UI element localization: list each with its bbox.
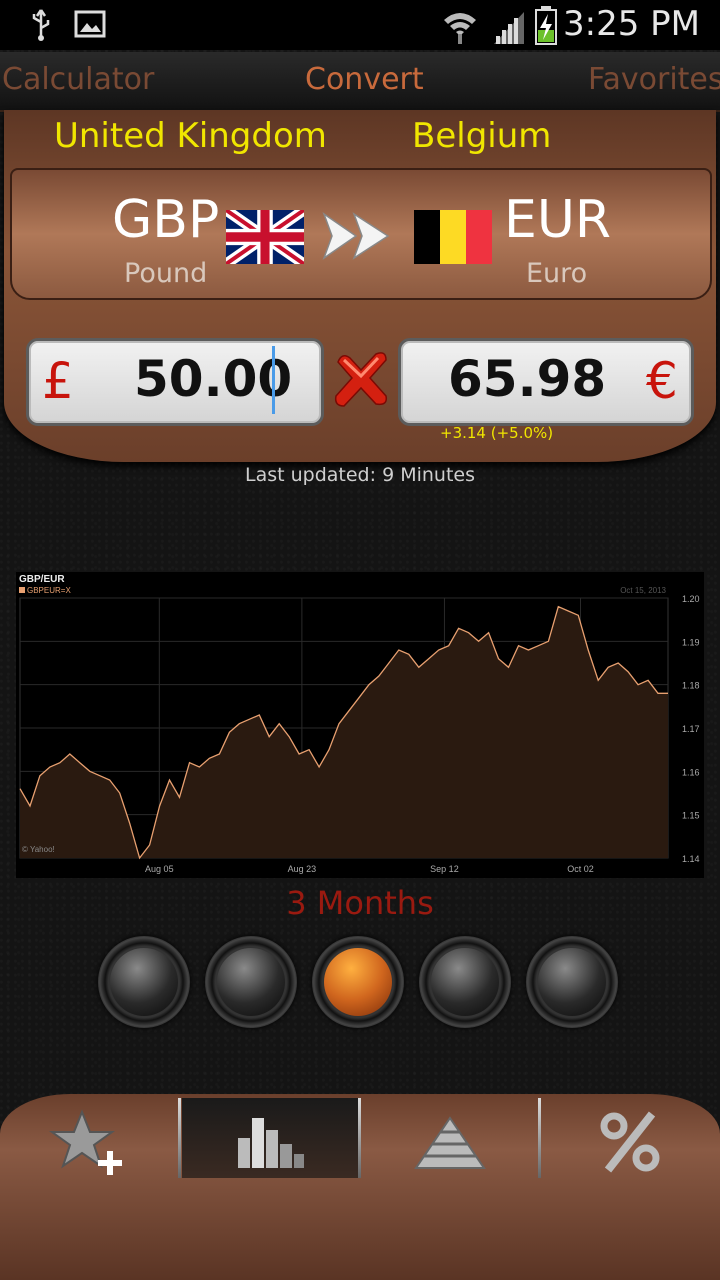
chart-legend-swatch bbox=[19, 587, 25, 593]
bottom-tab-add-favorite[interactable] bbox=[2, 1098, 178, 1178]
pyramid-icon bbox=[414, 1116, 486, 1169]
image-icon bbox=[74, 10, 106, 38]
status-time: 3:25 PM bbox=[563, 4, 700, 44]
chart-y-tick-label: 1.15 bbox=[682, 811, 700, 821]
rate-chart[interactable]: 1.20 1.19 1.18 1.17 1.16 1.15 1.14 Aug 05 Aug 23… bbox=[16, 572, 704, 878]
chart-credit: © Yahoo! bbox=[22, 845, 55, 854]
chart-x-tick-label: Oct 02 bbox=[567, 864, 594, 874]
signal-icon bbox=[494, 12, 524, 44]
chart-y-tick-label: 1.17 bbox=[682, 724, 700, 734]
belgium-flag-icon[interactable] bbox=[414, 210, 492, 264]
to-currency-code[interactable]: EUR bbox=[504, 190, 611, 250]
bottom-tab-percent[interactable] bbox=[542, 1098, 718, 1178]
chart-title: GBP/EUR bbox=[19, 574, 65, 585]
from-country[interactable]: United Kingdom bbox=[54, 116, 327, 156]
period-button-knob bbox=[538, 948, 606, 1016]
period-button-2[interactable] bbox=[205, 936, 297, 1028]
chart-date: Oct 15, 2013 bbox=[620, 586, 666, 595]
tab-convert[interactable]: Convert bbox=[305, 62, 424, 97]
period-button-4[interactable] bbox=[419, 936, 511, 1028]
bottom-tab-chart[interactable] bbox=[182, 1098, 358, 1178]
to-country[interactable]: Belgium bbox=[412, 116, 551, 156]
percent-icon bbox=[600, 1111, 660, 1173]
from-currency-code[interactable]: GBP bbox=[112, 190, 219, 250]
pound-symbol: £ bbox=[42, 352, 74, 410]
tab-separator bbox=[178, 1098, 181, 1178]
chart-y-tick-label: 1.16 bbox=[682, 767, 700, 777]
usb-icon bbox=[32, 9, 50, 41]
last-updated: Last updated: 9 Minutes bbox=[245, 464, 475, 486]
period-button-5[interactable] bbox=[526, 936, 618, 1028]
euro-symbol: € bbox=[646, 352, 678, 410]
chart-x-tick-label: Sep 12 bbox=[430, 864, 459, 874]
from-currency-name: Pound bbox=[124, 258, 208, 289]
period-button-1[interactable] bbox=[98, 936, 190, 1028]
period-button-3[interactable] bbox=[312, 936, 404, 1028]
top-tab-bar: Calculator Convert Favorites bbox=[0, 52, 720, 112]
period-button-knob bbox=[324, 948, 392, 1016]
chart-y-tick-label: 1.14 bbox=[682, 854, 700, 864]
period-button-knob bbox=[110, 948, 178, 1016]
to-currency-name: Euro bbox=[526, 258, 588, 289]
chart-y-tick-label: 1.18 bbox=[682, 681, 700, 691]
tab-separator bbox=[358, 1098, 361, 1178]
status-bar: 3:25 PM bbox=[0, 0, 720, 50]
text-cursor bbox=[272, 346, 275, 414]
add-favorite-icon bbox=[48, 1109, 122, 1175]
chart-x-tick-label: Aug 23 bbox=[288, 864, 317, 874]
tab-calculator[interactable]: Calculator bbox=[2, 62, 154, 97]
chart-y-tick-label: 1.19 bbox=[682, 637, 700, 647]
period-label: 3 Months bbox=[286, 884, 434, 922]
rate-chart-svg: 1.20 1.19 1.18 1.17 1.16 1.15 1.14 Aug 05 Aug 23… bbox=[19, 574, 700, 874]
to-amount-value: 65.98 bbox=[448, 350, 607, 408]
chart-x-tick-label: Aug 05 bbox=[145, 864, 174, 874]
tab-favorites[interactable]: Favorites bbox=[588, 62, 720, 97]
chart-legend-label: GBPEUR=X bbox=[27, 586, 71, 595]
clear-icon[interactable] bbox=[330, 348, 392, 410]
period-button-knob bbox=[431, 948, 499, 1016]
period-button-knob bbox=[217, 948, 285, 1016]
chart-y-tick-label: 1.20 bbox=[682, 594, 700, 604]
rate-change: +3.14 (+5.0%) bbox=[440, 424, 554, 442]
tab-separator bbox=[538, 1098, 541, 1178]
battery-charging-icon bbox=[535, 6, 557, 45]
wifi-icon bbox=[444, 13, 476, 44]
swap-arrows-icon[interactable] bbox=[320, 206, 398, 266]
bottom-tab-pyramid[interactable] bbox=[362, 1098, 538, 1178]
chart-icon bbox=[238, 1118, 304, 1168]
from-amount-value[interactable]: 50.00 bbox=[134, 350, 292, 408]
uk-flag-icon[interactable] bbox=[226, 210, 304, 264]
